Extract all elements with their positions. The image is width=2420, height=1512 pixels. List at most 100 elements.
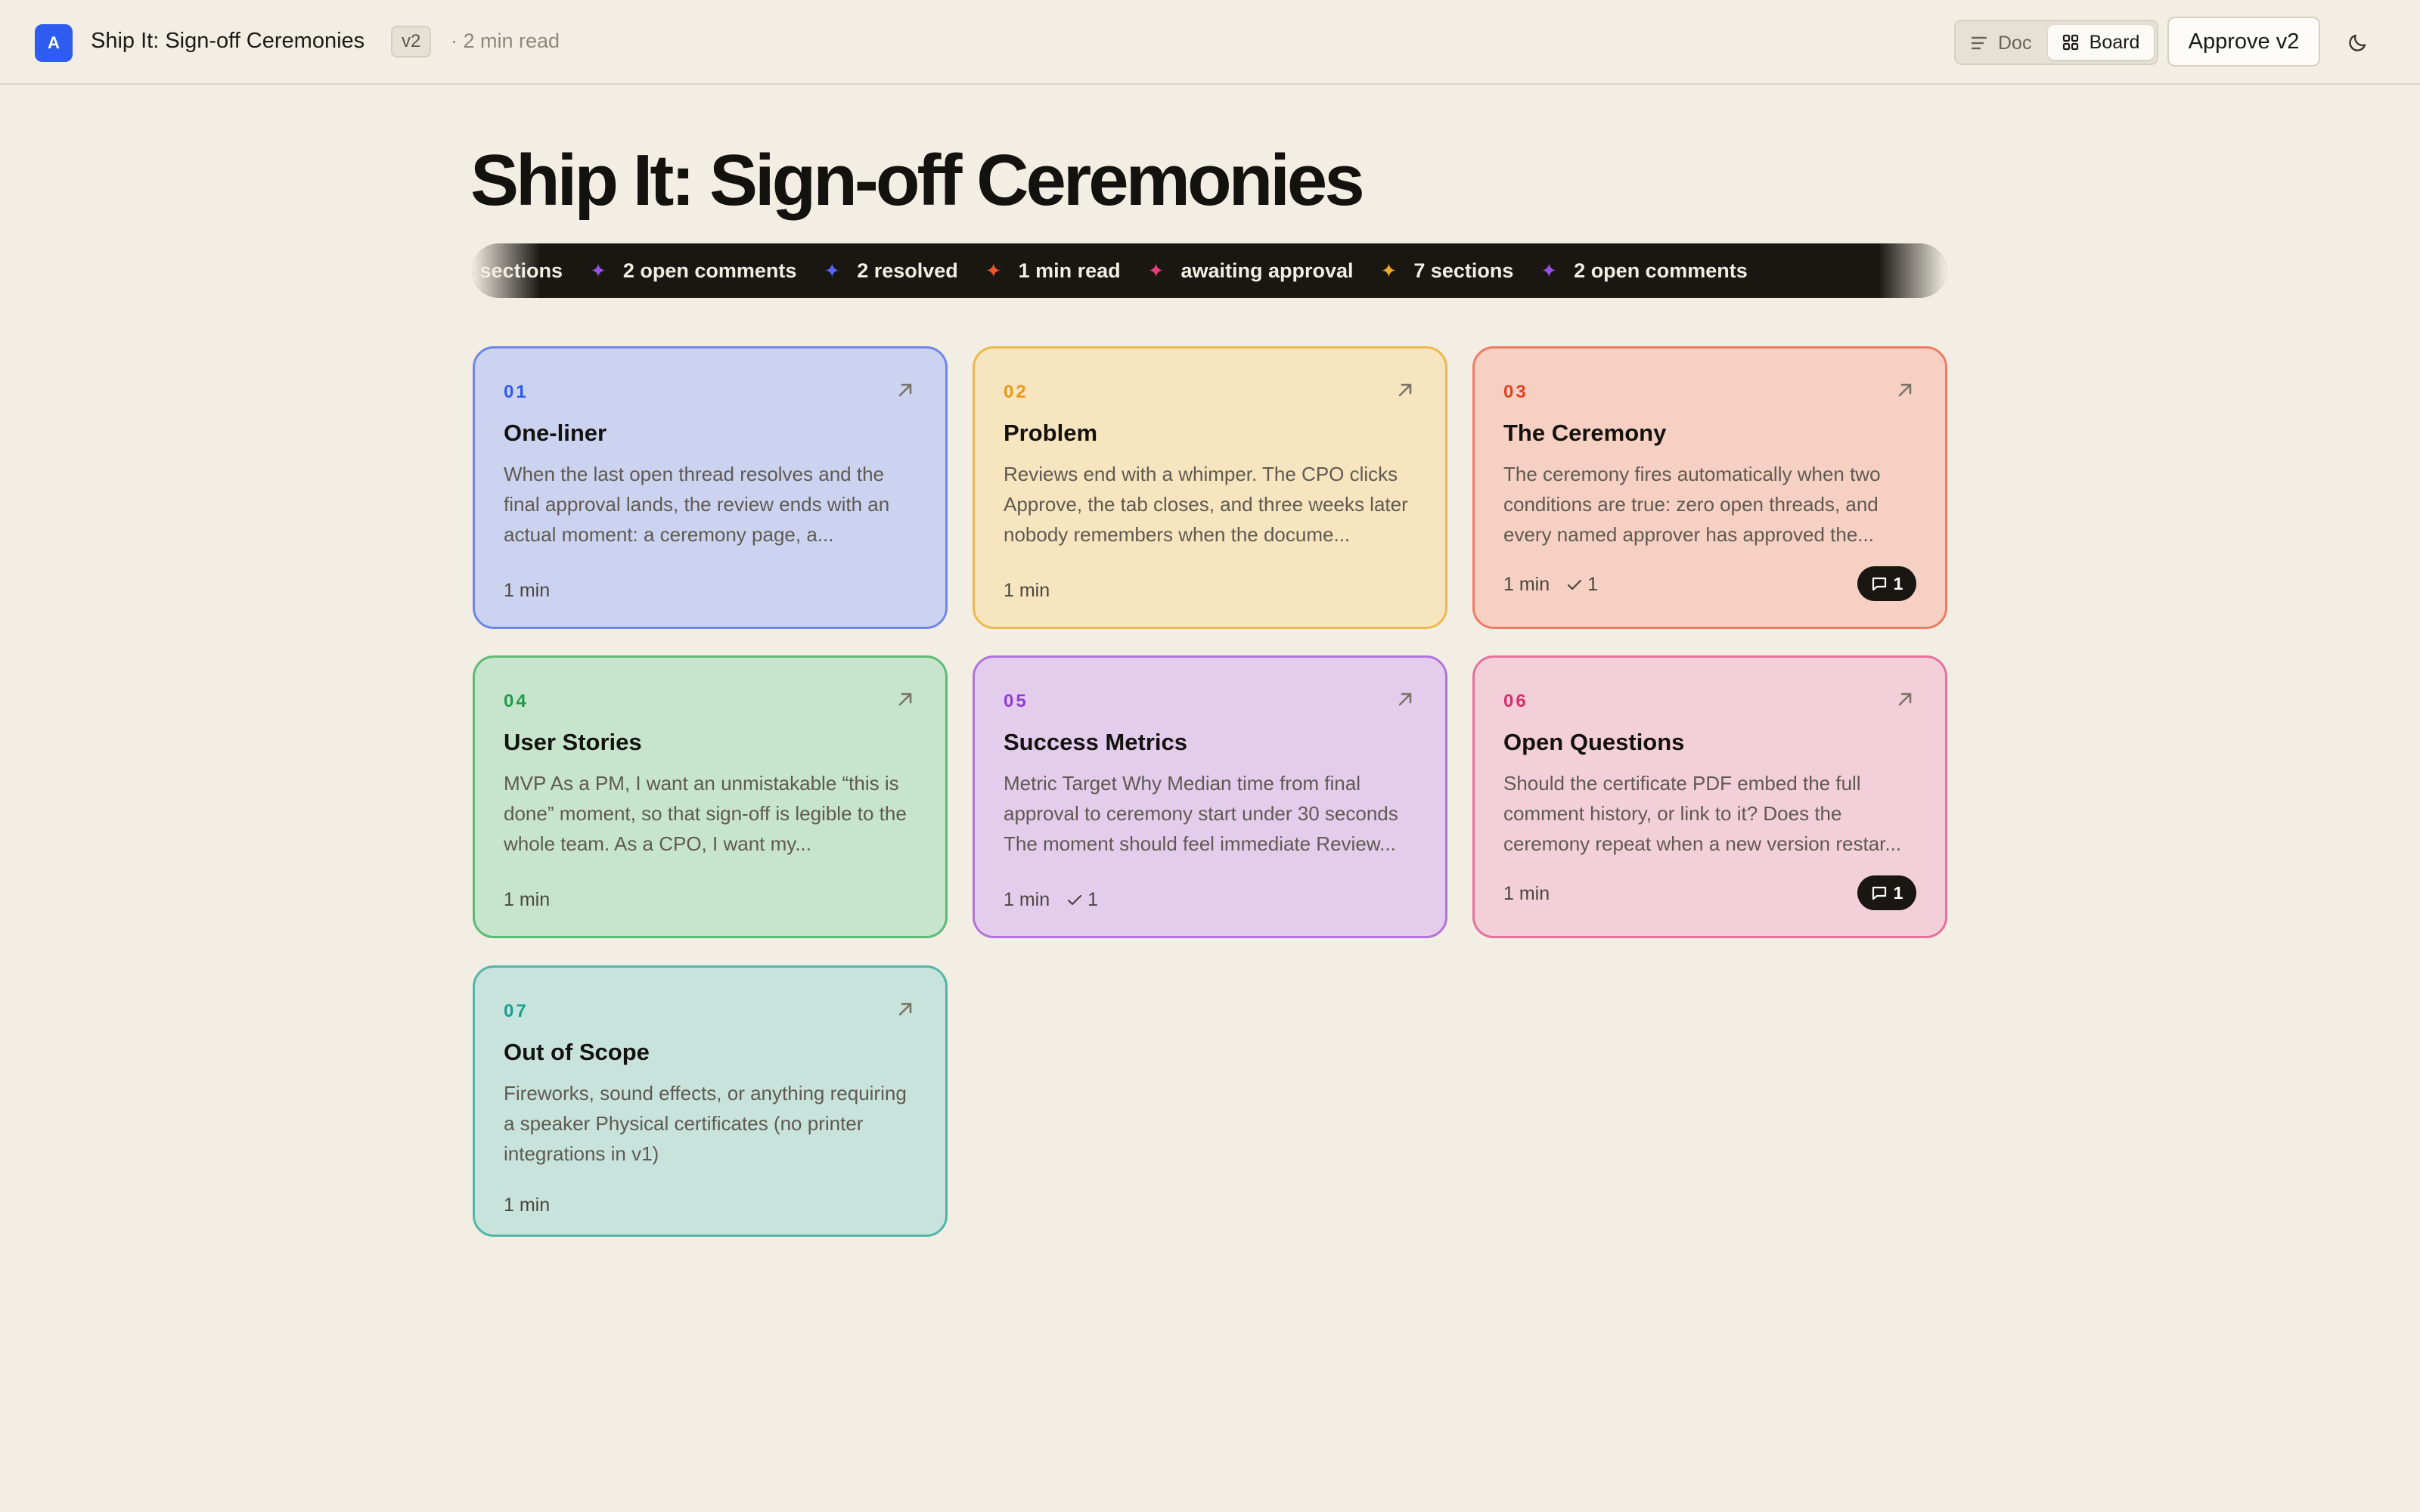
section-excerpt: Fireworks, sound effects, or anything re… (504, 1082, 907, 1165)
read-time-label: 1 min (1503, 574, 1550, 595)
ticker-item: ✦ 2 open comments (1513, 259, 1747, 283)
section-number: 03 (1503, 382, 1528, 402)
version-badge[interactable]: v2 (391, 26, 432, 57)
comment-icon (1872, 886, 1886, 900)
section-meta: 1 min (1503, 883, 1550, 905)
resolved-count: 1 (1066, 889, 1098, 911)
ticker-item: ✦ 1 min read (958, 259, 1121, 283)
section-title: The Ceremony (1503, 420, 1667, 446)
comment-count-value: 1 (1893, 573, 1903, 593)
ticker-fade-left (472, 243, 540, 298)
section-number: 01 (504, 382, 529, 402)
page-title: Ship It: Sign-off Ceremonies (470, 140, 1365, 221)
section-title: Success Metrics (1004, 729, 1187, 755)
section-card[interactable]: 07 Out of Scope Fireworks, sound effects, … (473, 965, 948, 1237)
section-meta: 1 min (1004, 580, 1050, 602)
ticker-item: ✦ 2 resolved (796, 259, 957, 283)
top-bar: A Ship It: Sign-off Ceremonies v2 · 2 mi… (0, 0, 2420, 85)
section-card[interactable]: 04 User Stories MVP As a PM, I want an unm… (473, 655, 948, 938)
section-card[interactable]: 02 Problem Reviews end with a whimper. The… (973, 346, 1447, 629)
app-logo-letter: A (48, 33, 60, 52)
section-title: Out of Scope (504, 1039, 650, 1065)
app-logo[interactable]: A (35, 24, 73, 62)
section-title: Problem (1004, 420, 1098, 446)
view-doc-button[interactable]: Doc (1971, 30, 2031, 56)
section-number: 07 (504, 1001, 529, 1021)
doc-title: Ship It: Sign-off Ceremonies (91, 29, 365, 53)
view-toggle: Doc Board (1954, 20, 2158, 65)
ticker-item-label: 2 open comments (1574, 259, 1748, 282)
ticker-item-label: 7 sections (1413, 259, 1514, 282)
check-icon (1068, 894, 1082, 905)
section-title: User Stories (504, 729, 642, 755)
section-title: One-liner (504, 420, 607, 446)
section-excerpt: MVP As a PM, I want an unmistakable “thi… (504, 772, 907, 855)
view-doc-label: Doc (1998, 32, 2032, 54)
read-time-label: 1 min (1004, 580, 1050, 601)
section-number: 04 (504, 691, 529, 711)
moon-icon (2349, 34, 2366, 51)
ticker-track: 7 sections ✦ 2 open comments ✦ 2 resolved ✦ 1 … (472, 243, 1748, 298)
sparkle-icon: ✦ (1540, 259, 1558, 282)
open-arrow-icon[interactable] (1395, 380, 1415, 400)
comment-count-badge[interactable]: 1 (1857, 875, 1916, 910)
doc-lines-icon (1971, 36, 1987, 50)
section-number: 02 (1004, 382, 1028, 402)
read-time-label: 1 min (504, 580, 551, 601)
section-excerpt: Reviews end with a whimper. The CPO clic… (1004, 463, 1408, 546)
section-excerpt: Should the certificate PDF embed the ful… (1503, 772, 1902, 855)
section-meta: 1 min (504, 580, 550, 602)
resolved-count: 1 (1566, 574, 1598, 596)
section-card[interactable]: 05 Success Metrics Metric Target Why Media… (973, 655, 1447, 938)
open-arrow-icon[interactable] (895, 999, 915, 1019)
section-card[interactable]: 03 The Ceremony The ceremony fires automat… (1472, 346, 1947, 629)
section-card[interactable]: 01 One-liner When the last open thread res… (473, 346, 948, 629)
sparkle-icon: ✦ (590, 259, 607, 282)
theme-toggle-button[interactable] (2341, 26, 2375, 59)
read-time-label: 1 min (504, 1194, 551, 1216)
read-time-label: 1 min (504, 889, 551, 910)
ticker-fade-right (1879, 243, 1947, 298)
comment-count-badge[interactable]: 1 (1857, 566, 1916, 601)
sparkle-icon: ✦ (824, 259, 841, 282)
open-arrow-icon[interactable] (895, 689, 915, 709)
sparkle-icon: ✦ (1380, 259, 1398, 282)
ticker-item: ✦ 7 sections (1354, 259, 1514, 283)
sparkle-icon: ✦ (985, 259, 1002, 282)
section-meta: 1 min (504, 889, 550, 911)
section-meta: 1 min (504, 1194, 550, 1216)
ticker-item-label: awaiting approval (1181, 259, 1354, 282)
section-title: Open Questions (1503, 729, 1685, 755)
view-board-button[interactable]: Board (2048, 25, 2154, 60)
section-meta: 1 min 1 (1004, 889, 1098, 911)
view-board-label: Board (2089, 31, 2140, 53)
read-time-label: 1 min (1004, 889, 1050, 910)
section-number: 06 (1503, 691, 1528, 711)
board-grid-icon (2062, 34, 2078, 51)
section-card[interactable]: 06 Open Questions Should the certificate P… (1472, 655, 1947, 938)
stats-ticker: 7 sections ✦ 2 open comments ✦ 2 resolved ✦ 1 … (472, 243, 1947, 298)
open-arrow-icon[interactable] (1395, 689, 1415, 709)
comment-count-value: 1 (1893, 882, 1903, 903)
open-arrow-icon[interactable] (1895, 689, 1915, 709)
comment-icon (1872, 577, 1886, 591)
section-meta: 1 min 1 (1503, 574, 1598, 596)
ticker-item-label: 2 open comments (622, 259, 797, 282)
read-time-label: 1 min (1503, 883, 1550, 904)
approve-button[interactable]: Approve v2 (2167, 17, 2320, 67)
ticker-item-label: 2 resolved (857, 259, 958, 282)
section-number: 05 (1004, 691, 1028, 711)
ticker-item: ✦ awaiting approval (1121, 259, 1354, 283)
sparkle-icon: ✦ (1147, 259, 1165, 282)
resolved-count-value: 1 (1587, 574, 1599, 595)
section-excerpt: The ceremony fires automatically when tw… (1503, 463, 1881, 546)
section-excerpt: When the last open thread resolves and t… (504, 463, 890, 546)
check-icon (1568, 579, 1582, 590)
section-excerpt: Metric Target Why Median time from final… (1004, 772, 1398, 855)
ticker-item: ✦ 2 open comments (563, 259, 796, 283)
open-arrow-icon[interactable] (1895, 380, 1915, 400)
read-time: · 2 min read (451, 29, 560, 52)
resolved-count-value: 1 (1087, 889, 1099, 910)
open-arrow-icon[interactable] (895, 380, 915, 400)
ticker-item-label: 1 min read (1018, 259, 1121, 282)
